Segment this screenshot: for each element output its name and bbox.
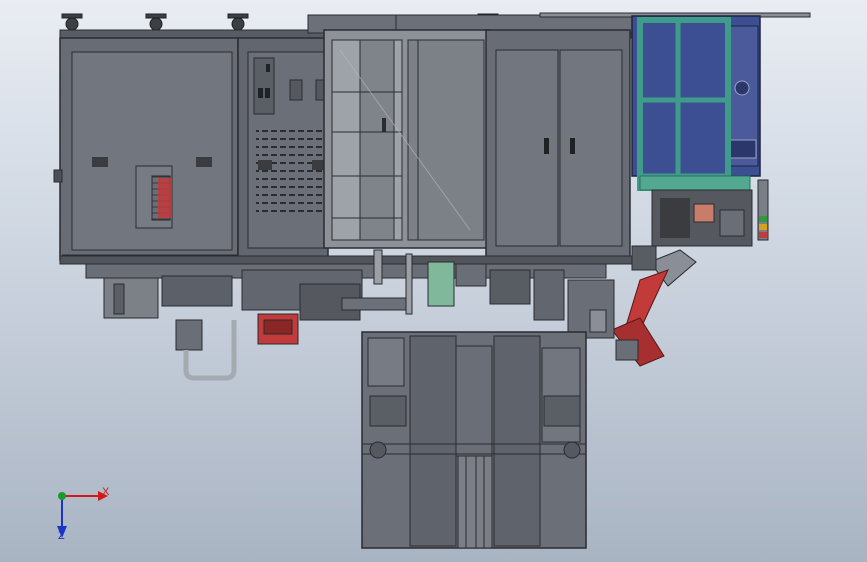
right-cabinet: [485, 29, 631, 261]
coordinate-triad: X Z: [48, 480, 118, 542]
electrical-panel: [237, 37, 329, 261]
cad-viewport[interactable]: X Z: [0, 0, 867, 562]
z-axis-label: Z: [58, 530, 65, 542]
glass-door-section: [323, 29, 491, 249]
x-axis-label: X: [102, 486, 110, 498]
blue-enclosure: [631, 15, 761, 191]
left-cabinet: [53, 37, 239, 261]
lower-tower: [361, 331, 587, 549]
robot-cell: [651, 179, 769, 247]
base-frame: [59, 255, 633, 265]
machine-assembly-drawing: [53, 12, 811, 549]
